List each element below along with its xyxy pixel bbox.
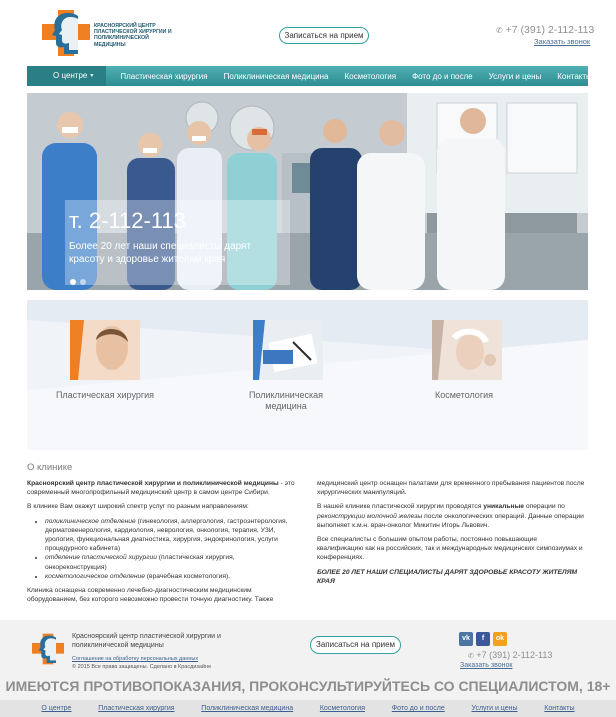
about-unique-operations: В нашей клинике пластической хирургии пр… bbox=[317, 503, 584, 529]
nav-item-prices[interactable]: Услуги и цены bbox=[489, 72, 542, 81]
copyright: © 2015 Все права защищены. Сделано в Кра… bbox=[72, 663, 212, 670]
slider-dot[interactable] bbox=[80, 279, 86, 285]
privacy-link[interactable]: Соглашение на обработку персональных дан… bbox=[72, 656, 272, 664]
main-nav: О центре ▾ Пластическая хирургия Поликлин… bbox=[27, 66, 592, 86]
vk-icon[interactable]: vk bbox=[459, 632, 473, 646]
about-title: О клинике bbox=[27, 462, 73, 473]
contraindications-warning: ИМЕЮТСЯ ПРОТИВОПОКАЗАНИЯ, ПРОКОНСУЛЬТИРУ… bbox=[5, 678, 611, 694]
footer-logo[interactable] bbox=[32, 633, 64, 665]
about-right-column: медицинский центр оснащен палатами для в… bbox=[317, 479, 585, 591]
hero-phone: т. 2-112-113 bbox=[69, 208, 186, 233]
footer-nav-polyclinic[interactable]: Поликлиническая медицина bbox=[201, 705, 293, 712]
about-left-column: Красноярский центр пластической хирургии… bbox=[27, 479, 297, 609]
face-icon bbox=[70, 320, 140, 380]
nav-item-contacts[interactable]: Контакты bbox=[557, 72, 592, 81]
service-polyclinic-label[interactable]: Поликлиническая медицина bbox=[238, 390, 334, 412]
hero-tagline: Более 20 лет наши специалисты дарят крас… bbox=[69, 241, 252, 265]
about-slogan: БОЛЕЕ 20 ЛЕТ НАШИ СПЕЦИАЛИСТЫ ДАРЯТ ЗДОР… bbox=[317, 568, 578, 585]
nav-item-before-after[interactable]: Фото до и после bbox=[412, 72, 473, 81]
footer-nav-about[interactable]: О центре bbox=[41, 705, 71, 712]
service-cosmetology-image[interactable] bbox=[432, 320, 502, 380]
list-item: косметологическое отделение (врачебная к… bbox=[45, 572, 297, 581]
clipboard-icon bbox=[253, 320, 323, 380]
nav-item-polyclinic[interactable]: Поликлиническая медицина bbox=[224, 72, 329, 81]
footer-nav-prices[interactable]: Услуги и цены bbox=[471, 705, 517, 712]
service-polyclinic-image[interactable] bbox=[253, 320, 323, 380]
header-phone[interactable]: ✆ +7 (391) 2-112-113 bbox=[496, 24, 594, 36]
nav-item-plastic-surgery[interactable]: Пластическая хирургия bbox=[120, 72, 207, 81]
service-plastic-image[interactable] bbox=[70, 320, 140, 380]
footer-clinic-name: Красноярский центр пластической хирургии… bbox=[72, 633, 221, 649]
footer-nav-contacts[interactable]: Контакты bbox=[544, 705, 574, 712]
footer-nav-plastic-surgery[interactable]: Пластическая хирургия bbox=[98, 705, 174, 712]
nav-item-cosmetology[interactable]: Косметология bbox=[345, 72, 397, 81]
footer-nav-cosmetology[interactable]: Косметология bbox=[320, 705, 365, 712]
about-equipment: Клиника оснащена современно лечебно-диаг… bbox=[27, 587, 274, 604]
clinic-logo[interactable] bbox=[42, 10, 90, 56]
callback-link[interactable]: Заказать звонок bbox=[534, 37, 590, 46]
about-wards: медицинский центр оснащен палатами для в… bbox=[317, 480, 585, 497]
caret-down-icon: ▾ bbox=[90, 73, 94, 79]
about-specialists: Все специалисты с большим опытом работы,… bbox=[317, 536, 583, 562]
logo-text: КРАСНОЯРСКИЙ ЦЕНТР ПЛАСТИЧЕСКОЙ ХИРУРГИИ… bbox=[94, 23, 172, 48]
footer-legal: Соглашение на обработку персональных дан… bbox=[72, 656, 272, 671]
nav-item-about[interactable]: О центре ▾ bbox=[27, 66, 107, 86]
service-cosmetology-label[interactable]: Косметология bbox=[418, 390, 510, 401]
phone-icon: ✆ bbox=[496, 26, 503, 35]
footer-nav-before-after[interactable]: Фото до и после bbox=[392, 705, 445, 712]
about-services-intro: В клинике Вам окажут широкий спектр услу… bbox=[27, 503, 249, 511]
about-departments-list: поликлиническое отделение (гинекология, … bbox=[27, 517, 297, 581]
service-plastic-label[interactable]: Пластическая хирургия bbox=[45, 390, 165, 401]
slider-dot-active[interactable] bbox=[70, 279, 76, 285]
header-phone-number: +7 (391) 2-112-113 bbox=[505, 24, 595, 36]
list-item: поликлиническое отделение (гинекология, … bbox=[45, 517, 297, 554]
footer-nav: О центре Пластическая хирургия Поликлини… bbox=[0, 700, 616, 717]
phone-icon: ✆ bbox=[468, 653, 474, 660]
about-intro: Красноярский центр пластической хирургии… bbox=[27, 480, 295, 497]
list-item: отделение пластической хирургии (пластич… bbox=[45, 553, 297, 571]
odnoklassniki-icon[interactable]: ok bbox=[493, 632, 507, 646]
footer-phone[interactable]: ✆ +7 (391) 2-112-113 bbox=[468, 650, 552, 660]
facebook-icon[interactable]: f bbox=[476, 632, 490, 646]
footer-appointment-button[interactable]: Записаться на прием bbox=[310, 636, 401, 654]
appointment-button[interactable]: Записаться на прием bbox=[279, 27, 369, 44]
spa-face-icon bbox=[432, 320, 502, 380]
footer-callback-link[interactable]: Заказать звонок bbox=[460, 662, 512, 669]
